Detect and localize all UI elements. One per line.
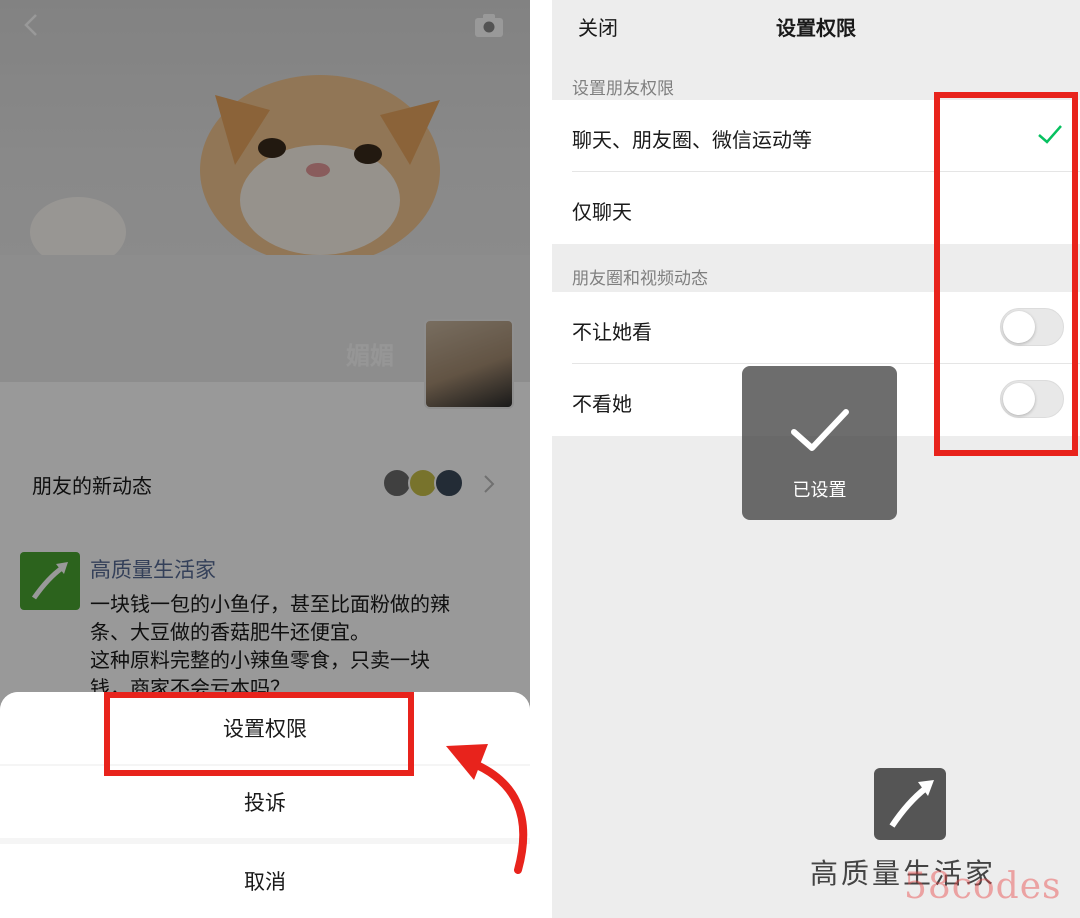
toggle-label: 不看她: [572, 392, 632, 416]
page-title: 设置权限: [776, 16, 856, 40]
profile-screen: 媚媚 朋友的新动态 高质量生活家 一块钱一包的小鱼仔，甚至比面粉做的辣 条、大豆…: [0, 0, 530, 918]
success-toast: 已设置: [742, 366, 897, 520]
red-arrow-icon: [446, 744, 528, 874]
option-label: 仅聊天: [572, 200, 632, 224]
watermark-brand: 58codes: [904, 866, 1062, 907]
watermark-logo: [874, 768, 946, 840]
option-label: 聊天、朋友圈、微信运动等: [572, 128, 812, 152]
section-label-moments: 朋友圈和视频动态: [572, 269, 708, 289]
section-label-friend-permission: 设置朋友权限: [572, 79, 674, 99]
toast-text: 已设置: [792, 480, 847, 501]
leaf-arrow-icon: [889, 780, 934, 828]
toast-check-icon: [790, 409, 849, 451]
highlight-box: [934, 92, 1078, 456]
toggle-label: 不让她看: [572, 320, 652, 344]
permission-settings-screen: 关闭 设置权限 设置朋友权限 聊天、朋友圈、微信运动等 仅聊天 朋友圈和视频动态…: [552, 0, 1080, 918]
highlight-box: [104, 692, 414, 776]
nav-bar: 关闭 设置权限: [552, 0, 1080, 54]
